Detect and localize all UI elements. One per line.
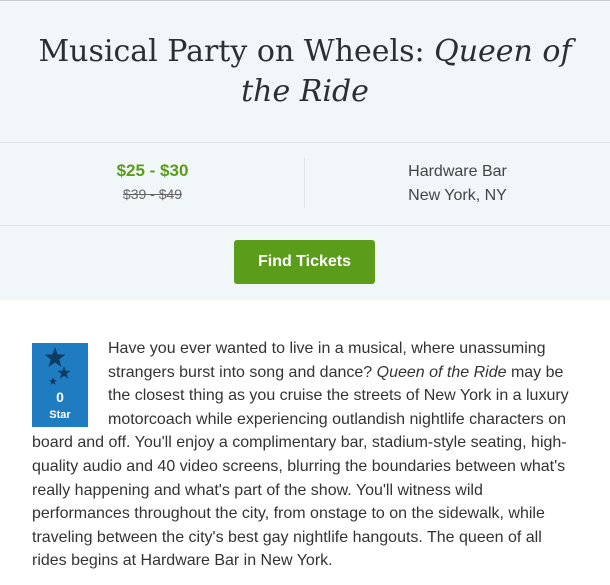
rating-badge: 0 Star (32, 343, 88, 427)
description-text-end: may be the closest thing as you cruise t… (32, 363, 569, 570)
current-price: $25 - $30 (116, 161, 189, 180)
event-title: Musical Party on Wheels: Queen of the Ri… (0, 32, 610, 112)
event-description-section: 0 Star Have you ever wanted to live in a… (32, 337, 572, 573)
venue-location: New York, NY (408, 187, 507, 204)
description-show-title: Queen of the Ride (376, 363, 507, 381)
rating-label: Star (49, 409, 71, 421)
event-description: Have you ever wanted to live in a musica… (32, 337, 572, 573)
event-header: Musical Party on Wheels: Queen of the Ri… (0, 0, 610, 300)
event-info-band: $25 - $30 $39 - $49 Hardware Bar New Yor… (0, 142, 610, 226)
rating-value: 0 (56, 389, 64, 405)
price-block: $25 - $30 $39 - $49 (0, 160, 305, 206)
original-price: $39 - $49 (122, 186, 183, 202)
venue-name: Hardware Bar (408, 163, 507, 180)
find-tickets-button[interactable]: Find Tickets (234, 240, 375, 284)
stars-icon (44, 347, 71, 385)
venue-block: Hardware Bar New York, NY (305, 160, 610, 208)
event-title-main: Musical Party on Wheels: (38, 34, 435, 69)
